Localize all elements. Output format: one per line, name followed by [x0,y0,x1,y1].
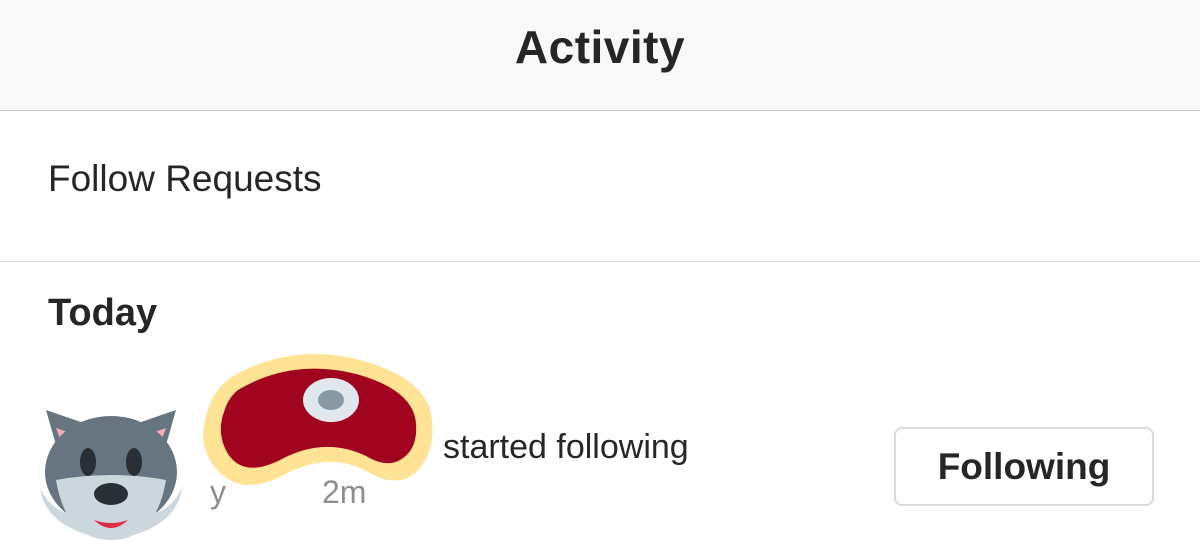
activity-time: y 2m [210,474,366,511]
nav-header: Activity [0,0,1200,111]
follow-requests-row[interactable]: Follow Requests [0,111,1200,262]
follow-requests-label: Follow Requests [48,158,322,199]
page-title: Activity [514,21,686,73]
section-heading-today: Today [48,292,158,334]
activity-timestamp: 2m [322,474,367,510]
activity-text: started following [443,428,689,466]
activity-time-prefix: y [210,474,226,510]
activity-item: started following y 2m Following [0,350,1200,541]
steak-emoji-icon [203,354,433,485]
following-button[interactable]: Following [894,427,1154,506]
wolf-emoji-icon[interactable] [36,380,186,540]
